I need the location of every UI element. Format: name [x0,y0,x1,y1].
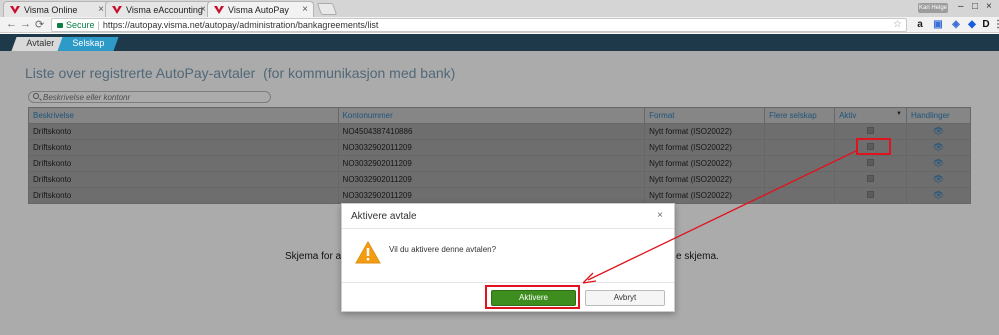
d-icon[interactable]: D [980,19,992,31]
bookmark-star-icon[interactable]: ☆ [893,19,902,31]
dialog-title: Aktivere avtale [351,211,417,222]
amazon-icon[interactable]: a [914,19,926,31]
user-profile-chip[interactable]: Kari Helge [918,3,948,13]
avbryt-button[interactable]: Avbryt [585,290,665,306]
url-text: https://autopay.visma.net/autopay/admini… [102,20,379,30]
new-tab-button[interactable] [316,3,338,15]
highlight-box-checkbox [856,138,891,155]
shield-icon[interactable]: ◈ [950,19,962,31]
secure-label: Secure [66,20,95,30]
tab-label: Selskap [72,38,105,48]
bitwarden-icon[interactable]: ◆ [966,19,978,31]
background-text-left: Skjema for avt [285,251,349,262]
reload-icon[interactable]: ⟳ [35,18,44,31]
background-text-right: e skjema. [676,251,719,262]
warning-icon [355,241,381,264]
browser-tab-label: Visma eAccounting [126,5,203,15]
close-icon[interactable]: × [657,210,663,221]
browser-toolbar: ← → ⟳ Secure | https://autopay.visma.net/a… [0,17,999,33]
browser-tab-visma-autopay[interactable]: Visma AutoPay × [207,1,314,18]
forward-arrow-icon[interactable]: → [20,18,31,30]
close-window-icon[interactable]: × [986,1,992,12]
browser-tab-label: Visma Online [24,5,78,15]
visma-favicon-icon [214,6,224,14]
tab-label: Avtaler [26,38,55,48]
back-arrow-icon[interactable]: ← [6,18,17,30]
close-tab-icon[interactable]: × [302,4,308,15]
calendar-icon[interactable]: ▣ [932,19,944,31]
maximize-icon[interactable]: □ [972,1,978,12]
browser-tab-strip: Visma Online × Visma eAccounting × Visma… [0,0,999,18]
lock-icon [57,23,63,29]
menu-icon[interactable]: ⋮ [992,19,999,31]
browser-tab-label: Visma AutoPay [228,5,289,15]
dialog-message: Vil du aktivere denne avtalen? [389,245,497,254]
close-tab-icon[interactable]: × [98,4,104,15]
tab-selskap[interactable]: Selskap [57,37,119,51]
minimize-icon[interactable]: – [958,1,964,12]
address-bar[interactable]: Secure | https://autopay.visma.net/autopay… [51,18,907,32]
dialog-divider [342,282,674,283]
visma-favicon-icon [10,6,20,14]
browser-tab-visma-online[interactable]: Visma Online × [3,1,110,17]
close-tab-icon[interactable]: × [200,4,206,15]
dialog-divider [342,228,674,229]
highlight-box-button [485,285,580,309]
visma-favicon-icon [112,6,122,14]
app-header: Avtaler Selskap [0,34,999,51]
browser-tab-visma-eaccounting[interactable]: Visma eAccounting × [105,1,212,17]
